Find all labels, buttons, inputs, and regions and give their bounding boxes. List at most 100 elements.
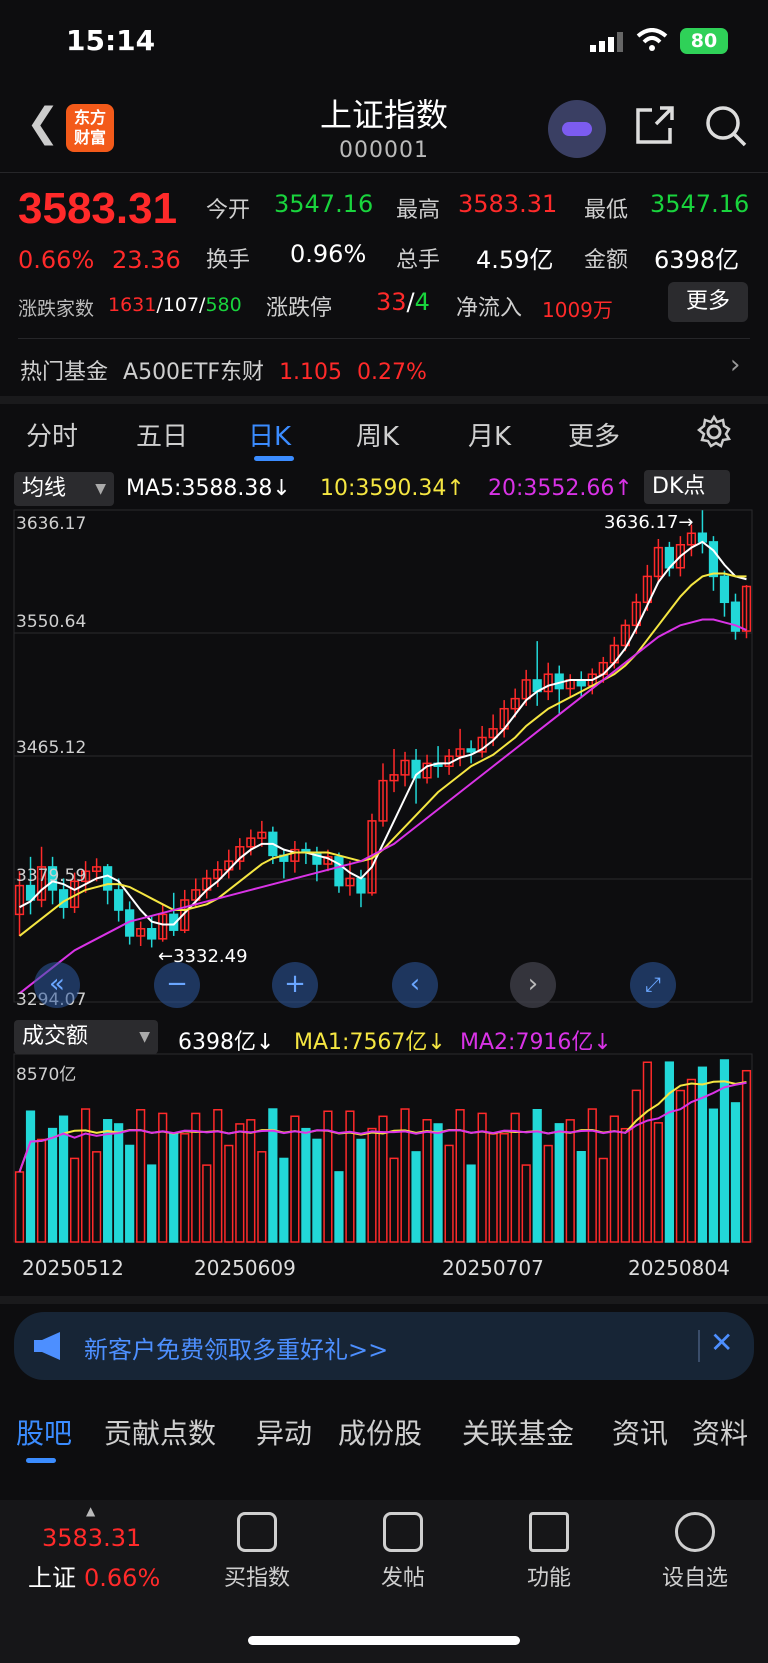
chevron-right-icon[interactable]: › (730, 350, 740, 380)
more-dots-icon (675, 1512, 715, 1552)
close-icon[interactable]: ✕ (710, 1326, 733, 1359)
settings-gear-icon[interactable] (696, 414, 732, 450)
kline-chart[interactable] (0, 470, 768, 1300)
zoom-out-icon[interactable]: − (154, 962, 200, 1008)
subtab-profile[interactable]: 资料 (692, 1412, 748, 1452)
volume-bar (36, 1138, 47, 1243)
volume-bar (543, 1144, 553, 1243)
ma5-line (19, 540, 747, 926)
subtab-guba[interactable]: 股吧 (16, 1412, 72, 1452)
volume-bar (631, 1089, 641, 1243)
volume-bar (268, 1108, 278, 1243)
turnover-label: 换手 (206, 248, 251, 273)
megaphone-icon (34, 1332, 60, 1360)
volume-bar (697, 1066, 708, 1243)
price-axis-label: 3465.12 (16, 738, 87, 758)
subtab-contribution[interactable]: 贡献点数 (104, 1412, 216, 1452)
limit-label: 涨跌停 (266, 296, 333, 321)
promo-banner[interactable]: 新客户免费领取多重好礼>> ✕ (14, 1312, 754, 1380)
subtab-news[interactable]: 资讯 (612, 1412, 668, 1452)
bottom-index[interactable]: 上证 0.66% (28, 1558, 160, 1593)
volume-bar (213, 1109, 223, 1243)
candle-body (466, 748, 476, 753)
candle-body (708, 541, 719, 578)
tab-monthly-k[interactable]: 月K (468, 416, 511, 453)
tab-daily-k[interactable]: 日K (248, 416, 291, 453)
hotfund-label: 热门基金 (20, 360, 109, 385)
volume-bar (47, 1127, 58, 1243)
candle-body (697, 532, 708, 543)
assistant-robot-icon[interactable] (548, 100, 606, 158)
volume-bar (521, 1164, 531, 1243)
post-button[interactable]: 发帖 (348, 1512, 458, 1592)
volume-bar (224, 1144, 234, 1243)
date-label: 20250512 (22, 1256, 124, 1280)
subtab-components[interactable]: 成份股 (338, 1412, 422, 1452)
volume-bar (433, 1123, 443, 1243)
subtab-related-funds[interactable]: 关联基金 (462, 1412, 574, 1452)
volume-bar (279, 1157, 289, 1243)
volume-bar (554, 1123, 564, 1243)
candle-body (103, 866, 113, 891)
volume-bar (730, 1102, 741, 1243)
volume-select[interactable]: 成交额 ▼ (14, 1020, 158, 1054)
breadth-values: 1631/107/580 (108, 294, 242, 316)
subtab-anomaly[interactable]: 异动 (256, 1412, 312, 1452)
home-indicator (248, 1636, 520, 1645)
volume-current: 6398亿↓ (178, 1030, 275, 1055)
volume-value: 4.59亿 (476, 246, 554, 274)
next-icon[interactable]: › (510, 962, 556, 1008)
add-watchlist-button[interactable]: 设自选 (640, 1512, 750, 1592)
price-axis-label: 3550.64 (16, 612, 87, 632)
volume-axis-label: 8570亿 (16, 1065, 77, 1085)
tab-timeshare[interactable]: 分时 (26, 416, 78, 453)
volume-bar (114, 1123, 124, 1243)
netflow-label: 净流入 (456, 296, 523, 321)
search-icon[interactable] (704, 104, 748, 148)
volume-bar (642, 1061, 652, 1243)
buy-index-button[interactable]: 买指数 (202, 1512, 312, 1592)
volume-bar (235, 1123, 245, 1243)
volume-ma2: MA2:7916亿↓ (460, 1030, 612, 1055)
tab-weekly-k[interactable]: 周K (356, 416, 399, 453)
breadth-label: 涨跌家数 (18, 298, 95, 320)
volume-bar (180, 1133, 190, 1243)
volume-bar (356, 1138, 366, 1243)
volume-bar (598, 1157, 608, 1243)
tab-more[interactable]: 更多 (568, 416, 620, 453)
wifi-icon (636, 28, 668, 51)
bottom-price: 3583.31 (42, 1524, 142, 1552)
more-button[interactable]: 更多 (668, 282, 748, 322)
zoom-in-icon[interactable]: + (272, 962, 318, 1008)
functions-button[interactable]: 功能 (494, 1512, 604, 1592)
volume-bar (466, 1164, 476, 1243)
volume-bar (675, 1089, 686, 1243)
date-label: 20250804 (628, 1256, 730, 1280)
candle-body (147, 928, 157, 940)
volume-bar (664, 1061, 674, 1243)
tab-fiveday[interactable]: 五日 (136, 416, 188, 453)
volume-bar (708, 1108, 719, 1243)
edit-icon (383, 1512, 423, 1552)
volume-bar (609, 1115, 619, 1243)
hotfund-pct: 0.27% (357, 360, 427, 385)
volume-bar (488, 1133, 498, 1243)
limit-values: 33/4 (376, 288, 430, 316)
date-label: 20250707 (442, 1256, 544, 1280)
amount-label: 金额 (584, 248, 629, 273)
volume-bar (312, 1138, 322, 1243)
turnover-value: 0.96% (290, 240, 367, 268)
volume-bar (69, 1157, 80, 1243)
volume-label: 总手 (396, 248, 441, 273)
volume-bar (653, 1122, 663, 1243)
prev-icon[interactable]: ‹ (392, 962, 438, 1008)
scroll-left-icon[interactable]: « (34, 962, 80, 1008)
volume-bar (444, 1144, 454, 1243)
share-icon[interactable] (634, 104, 676, 146)
signal-icon (590, 32, 623, 52)
fullscreen-icon[interactable]: ⤢ (630, 962, 676, 1008)
volume-bar (103, 1119, 113, 1243)
hotfund-row[interactable]: 热门基金 A500ETF东财 1.105 0.27% (20, 354, 427, 386)
volume-bar (202, 1164, 212, 1243)
candle-body (114, 889, 124, 911)
